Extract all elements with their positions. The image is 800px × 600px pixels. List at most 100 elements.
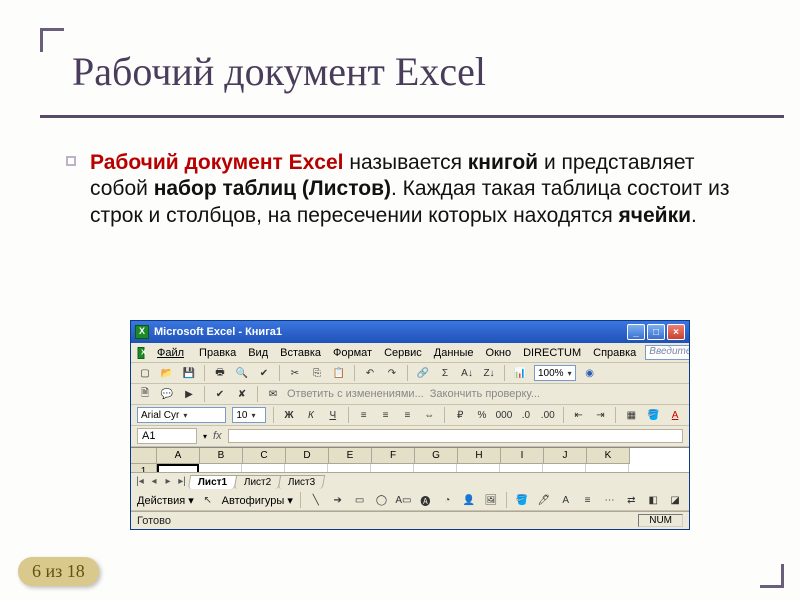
fill-color-icon[interactable]: 🪣 — [645, 407, 661, 423]
sheet-tab-1[interactable]: Лист1 — [188, 475, 238, 489]
reply-changes-button[interactable]: Ответить с изменениями... — [287, 388, 424, 400]
menu-view[interactable]: Вид — [245, 346, 271, 360]
next-change-icon[interactable]: ▶ — [181, 386, 197, 402]
col-header[interactable]: K — [587, 448, 630, 464]
linecolor-icon[interactable]: 🖊 — [536, 492, 552, 508]
tab-nav-last-icon[interactable]: ▸| — [175, 476, 189, 487]
tab-nav-prev-icon[interactable]: ◂ — [147, 476, 161, 487]
print-icon[interactable]: 🖶 — [212, 365, 228, 381]
col-header[interactable]: C — [243, 448, 286, 464]
arrow-icon[interactable]: ➔ — [330, 492, 346, 508]
menu-format[interactable]: Формат — [330, 346, 375, 360]
col-header[interactable]: G — [415, 448, 458, 464]
linew-icon[interactable]: ≡ — [580, 492, 596, 508]
copy-icon[interactable]: ⎘ — [309, 365, 325, 381]
comment-icon[interactable]: 💬 — [159, 386, 175, 402]
font-size-combo[interactable]: 10▾ — [232, 407, 266, 423]
fillcolor-icon[interactable]: 🪣 — [514, 492, 530, 508]
italic-icon[interactable]: К — [303, 407, 319, 423]
align-left-icon[interactable]: ≡ — [356, 407, 372, 423]
underline-icon[interactable]: Ч — [325, 407, 341, 423]
open-icon[interactable]: 📂 — [159, 365, 175, 381]
menu-insert[interactable]: Вставка — [277, 346, 324, 360]
menu-data[interactable]: Данные — [431, 346, 477, 360]
mail-icon[interactable]: ✉ — [265, 386, 281, 402]
menu-window[interactable]: Окно — [483, 346, 515, 360]
align-right-icon[interactable]: ≡ — [399, 407, 415, 423]
col-header[interactable]: I — [501, 448, 544, 464]
chart-icon[interactable]: 📊 — [512, 365, 528, 381]
help-search-input[interactable]: Введите вопрос — [645, 345, 689, 360]
sort-desc-icon[interactable]: Z↓ — [481, 365, 497, 381]
align-center-icon[interactable]: ≡ — [378, 407, 394, 423]
minimize-button[interactable]: _ — [627, 324, 645, 340]
name-box[interactable]: A1 — [137, 428, 197, 444]
dec-decimal-icon[interactable]: .00 — [540, 407, 556, 423]
zoom-combo[interactable]: 100%▾ — [534, 365, 576, 381]
end-review-button[interactable]: Закончить проверку... — [430, 388, 540, 400]
show-changes-icon[interactable]: 🗎 — [137, 386, 153, 402]
col-header[interactable]: A — [157, 448, 200, 464]
menu-edit[interactable]: Правка — [196, 346, 239, 360]
sheet-tab-3[interactable]: Лист3 — [278, 475, 326, 489]
accept-icon[interactable]: ✔ — [212, 386, 228, 402]
formula-input[interactable] — [228, 429, 683, 443]
redo-icon[interactable]: ↷ — [384, 365, 400, 381]
col-header[interactable]: H — [458, 448, 501, 464]
col-header[interactable]: B — [200, 448, 243, 464]
textbox-icon[interactable]: A▭ — [395, 492, 411, 508]
spell-icon[interactable]: ✔ — [256, 365, 272, 381]
maximize-button[interactable]: □ — [647, 324, 665, 340]
col-header[interactable]: E — [329, 448, 372, 464]
currency-icon[interactable]: ₽ — [452, 407, 468, 423]
oval-icon[interactable]: ◯ — [374, 492, 390, 508]
menu-directum[interactable]: DIRECTUM — [520, 346, 584, 360]
shadow-icon[interactable]: ◧ — [645, 492, 661, 508]
help-icon[interactable]: ◉ — [582, 365, 598, 381]
menu-help[interactable]: Справка — [590, 346, 639, 360]
wordart-icon[interactable]: 🅐 — [417, 492, 433, 508]
bold-icon[interactable]: Ж — [281, 407, 297, 423]
fx-icon[interactable]: fx — [213, 430, 222, 442]
dec-indent-icon[interactable]: ⇤ — [571, 407, 587, 423]
clipart-icon[interactable]: 👤 — [461, 492, 477, 508]
rect-icon[interactable]: ▭ — [352, 492, 368, 508]
cut-icon[interactable]: ✂ — [287, 365, 303, 381]
col-header[interactable]: J — [544, 448, 587, 464]
link-icon[interactable]: 🔗 — [415, 365, 431, 381]
tab-nav-next-icon[interactable]: ▸ — [161, 476, 175, 487]
sum-icon[interactable]: Σ — [437, 365, 453, 381]
dropdown-icon[interactable]: ▾ — [203, 432, 207, 441]
percent-icon[interactable]: % — [474, 407, 490, 423]
select-all-corner[interactable] — [131, 448, 157, 464]
merge-icon[interactable]: ⇔ — [421, 407, 437, 423]
inc-indent-icon[interactable]: ⇥ — [593, 407, 609, 423]
tab-nav-first-icon[interactable]: |◂ — [133, 476, 147, 487]
fontcolor2-icon[interactable]: A — [558, 492, 574, 508]
col-header[interactable]: D — [286, 448, 329, 464]
arrowstyle-icon[interactable]: ⇄ — [623, 492, 639, 508]
sheet-tab-2[interactable]: Лист2 — [234, 475, 282, 489]
picture-icon[interactable]: 🖼 — [483, 492, 499, 508]
new-icon[interactable]: ▢ — [137, 365, 153, 381]
diagram-icon[interactable]: ◔ — [439, 492, 455, 508]
save-icon[interactable]: 💾 — [181, 365, 197, 381]
menu-tools[interactable]: Сервис — [381, 346, 425, 360]
font-combo[interactable]: Arial Cyr▾ — [137, 407, 226, 423]
undo-icon[interactable]: ↶ — [362, 365, 378, 381]
paste-icon[interactable]: 📋 — [331, 365, 347, 381]
comma-icon[interactable]: 000 — [496, 407, 512, 423]
line-icon[interactable]: ╲ — [308, 492, 324, 508]
select-arrow-icon[interactable]: ↖ — [200, 492, 216, 508]
sort-asc-icon[interactable]: A↓ — [459, 365, 475, 381]
preview-icon[interactable]: 🔍 — [234, 365, 250, 381]
actions-menu[interactable]: Действия ▾ — [137, 494, 194, 507]
col-header[interactable]: F — [372, 448, 415, 464]
close-button[interactable]: × — [667, 324, 685, 340]
borders-icon[interactable]: ▦ — [623, 407, 639, 423]
3d-icon[interactable]: ◪ — [667, 492, 683, 508]
menu-file[interactable]: Файл — [151, 346, 190, 360]
autoshapes-menu[interactable]: Автофигуры ▾ — [222, 494, 293, 507]
reject-icon[interactable]: ✘ — [234, 386, 250, 402]
inc-decimal-icon[interactable]: .0 — [518, 407, 534, 423]
